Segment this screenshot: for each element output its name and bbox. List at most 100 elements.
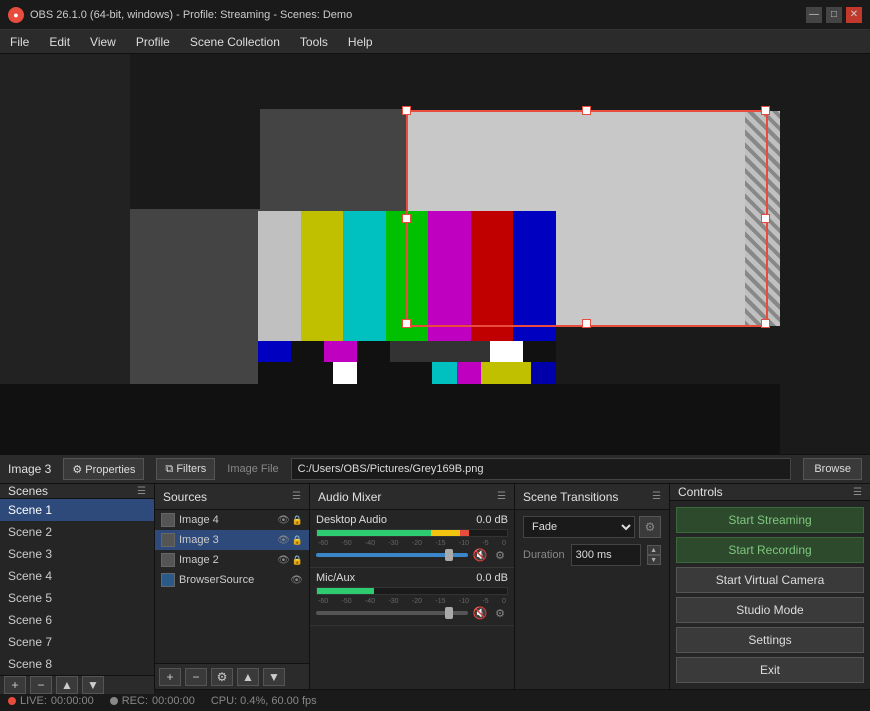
handle-ml[interactable]: [402, 214, 411, 223]
bar-gray: [258, 211, 301, 341]
properties-button[interactable]: ⚙ Properties: [63, 458, 144, 480]
source-item-image4[interactable]: Image 4 👁 🔒: [155, 510, 309, 530]
settings-button[interactable]: Settings: [676, 627, 864, 653]
live-indicator: [8, 697, 16, 705]
exit-button[interactable]: Exit: [676, 657, 864, 683]
desktop-meter-labels: -60-50-40-30-20-15-10-50: [316, 540, 508, 547]
source-path-input[interactable]: [291, 458, 792, 480]
duration-up-button[interactable]: ▲: [647, 545, 661, 555]
pluge-left: [258, 362, 333, 384]
scene-item-1[interactable]: Scene 1: [0, 499, 154, 521]
bot-white: [490, 341, 523, 363]
image-file-label: Image File: [227, 463, 278, 475]
remove-source-button[interactable]: −: [185, 668, 207, 686]
handle-bm[interactable]: [582, 319, 591, 328]
sources-panel: Sources ☰ Image 4 👁 🔒 Image 3 👁 🔒: [155, 484, 310, 689]
handle-tl[interactable]: [402, 106, 411, 115]
scene-item-7[interactable]: Scene 7: [0, 631, 154, 653]
move-source-down-button[interactable]: ▼: [263, 668, 285, 686]
transitions-panel: Scene Transitions ☰ Fade ⚙ Duration ▲ ▼: [515, 484, 670, 689]
mic-aux-meter: [316, 587, 508, 595]
move-scene-down-button[interactable]: ▼: [82, 676, 104, 694]
scenes-menu-icon[interactable]: ☰: [137, 486, 146, 497]
start-streaming-button[interactable]: Start Streaming: [676, 507, 864, 533]
mic-meter-labels: -60-50-40-30-20-15-10-50: [316, 598, 508, 605]
source-eye-btn-browser[interactable]: 👁: [290, 575, 303, 586]
handle-tr[interactable]: [761, 106, 770, 115]
selected-source-name: Image 3: [8, 462, 51, 476]
add-source-button[interactable]: +: [159, 668, 181, 686]
duration-row: Duration ▲ ▼: [523, 544, 661, 566]
mic-mute-button[interactable]: 🔇: [472, 605, 488, 621]
scene-item-4[interactable]: Scene 4: [0, 565, 154, 587]
source-eye-btn-image3[interactable]: 👁: [277, 535, 290, 546]
desktop-audio-controls: 🔇 ⚙: [316, 547, 508, 563]
scene-item-8[interactable]: Scene 8: [0, 653, 154, 675]
menu-file[interactable]: File: [0, 30, 39, 53]
menu-profile[interactable]: Profile: [126, 30, 180, 53]
desktop-audio-channel: Desktop Audio 0.0 dB -60-50-40-30-20-15-…: [310, 510, 514, 568]
menu-scene-collection[interactable]: Scene Collection: [180, 30, 290, 53]
transition-type-select[interactable]: Fade: [523, 516, 635, 538]
desktop-volume-thumb[interactable]: [445, 549, 453, 561]
desktop-audio-settings-button[interactable]: ⚙: [492, 547, 508, 563]
scene-item-6[interactable]: Scene 6: [0, 609, 154, 631]
close-button[interactable]: ✕: [846, 7, 862, 23]
remove-scene-button[interactable]: −: [30, 676, 52, 694]
scene-item-5[interactable]: Scene 5: [0, 587, 154, 609]
mic-volume-thumb[interactable]: [445, 607, 453, 619]
preview-area[interactable]: [0, 54, 870, 454]
source-lock-image4[interactable]: 🔒: [292, 515, 303, 526]
scene-item-2[interactable]: Scene 2: [0, 521, 154, 543]
start-virtual-camera-button[interactable]: Start Virtual Camera: [676, 567, 864, 593]
desktop-mute-button[interactable]: 🔇: [472, 547, 488, 563]
source-item-browser[interactable]: BrowserSource 👁: [155, 570, 309, 590]
transitions-menu-icon[interactable]: ☰: [652, 491, 661, 502]
source-eye-btn-image2[interactable]: 👁: [277, 555, 290, 566]
move-scene-up-button[interactable]: ▲: [56, 676, 78, 694]
filters-button[interactable]: ⧉ Filters: [156, 458, 215, 480]
handle-tm[interactable]: [582, 106, 591, 115]
studio-mode-button[interactable]: Studio Mode: [676, 597, 864, 623]
source-eye-btn-image4[interactable]: 👁: [277, 515, 290, 526]
duration-down-button[interactable]: ▼: [647, 555, 661, 565]
browse-button[interactable]: Browse: [803, 458, 862, 480]
sources-menu-icon[interactable]: ☰: [292, 491, 301, 502]
source-lock-image2[interactable]: 🔒: [292, 555, 303, 566]
source-name-image3: Image 3: [179, 534, 273, 546]
transition-gear-button[interactable]: ⚙: [639, 516, 661, 538]
menu-tools[interactable]: Tools: [290, 30, 338, 53]
handle-bl[interactable]: [402, 319, 411, 328]
bar-magenta: [428, 211, 471, 341]
add-scene-button[interactable]: +: [4, 676, 26, 694]
mic-audio-settings-button[interactable]: ⚙: [492, 605, 508, 621]
move-source-up-button[interactable]: ▲: [237, 668, 259, 686]
duration-label: Duration: [523, 549, 565, 561]
minimize-button[interactable]: —: [806, 7, 822, 23]
bar-red: [471, 211, 514, 341]
start-recording-button[interactable]: Start Recording: [676, 537, 864, 563]
titlebar: ● OBS 26.1.0 (64-bit, windows) - Profile…: [0, 0, 870, 30]
maximize-button[interactable]: □: [826, 7, 842, 23]
desktop-audio-db: 0.0 dB: [476, 514, 508, 526]
mic-volume-slider[interactable]: [316, 611, 468, 615]
controls-menu-icon[interactable]: ☰: [853, 487, 862, 498]
source-settings-button[interactable]: ⚙: [211, 668, 233, 686]
sources-spacer: [155, 590, 309, 663]
desktop-volume-slider[interactable]: [316, 553, 468, 557]
menu-help[interactable]: Help: [338, 30, 383, 53]
duration-input[interactable]: [571, 544, 641, 566]
handle-mr[interactable]: [761, 214, 770, 223]
scene-item-3[interactable]: Scene 3: [0, 543, 154, 565]
mic-meter-green: [317, 588, 374, 594]
source-item-image3[interactable]: Image 3 👁 🔒: [155, 530, 309, 550]
handle-br[interactable]: [761, 319, 770, 328]
bar-blue: [513, 211, 556, 341]
pluge-navy: [531, 362, 556, 384]
audio-menu-icon[interactable]: ☰: [497, 491, 506, 502]
source-item-image2[interactable]: Image 2 👁 🔒: [155, 550, 309, 570]
source-lock-image3[interactable]: 🔒: [292, 535, 303, 546]
menu-view[interactable]: View: [80, 30, 126, 53]
audio-header: Audio Mixer ☰: [310, 484, 514, 510]
menu-edit[interactable]: Edit: [39, 30, 80, 53]
